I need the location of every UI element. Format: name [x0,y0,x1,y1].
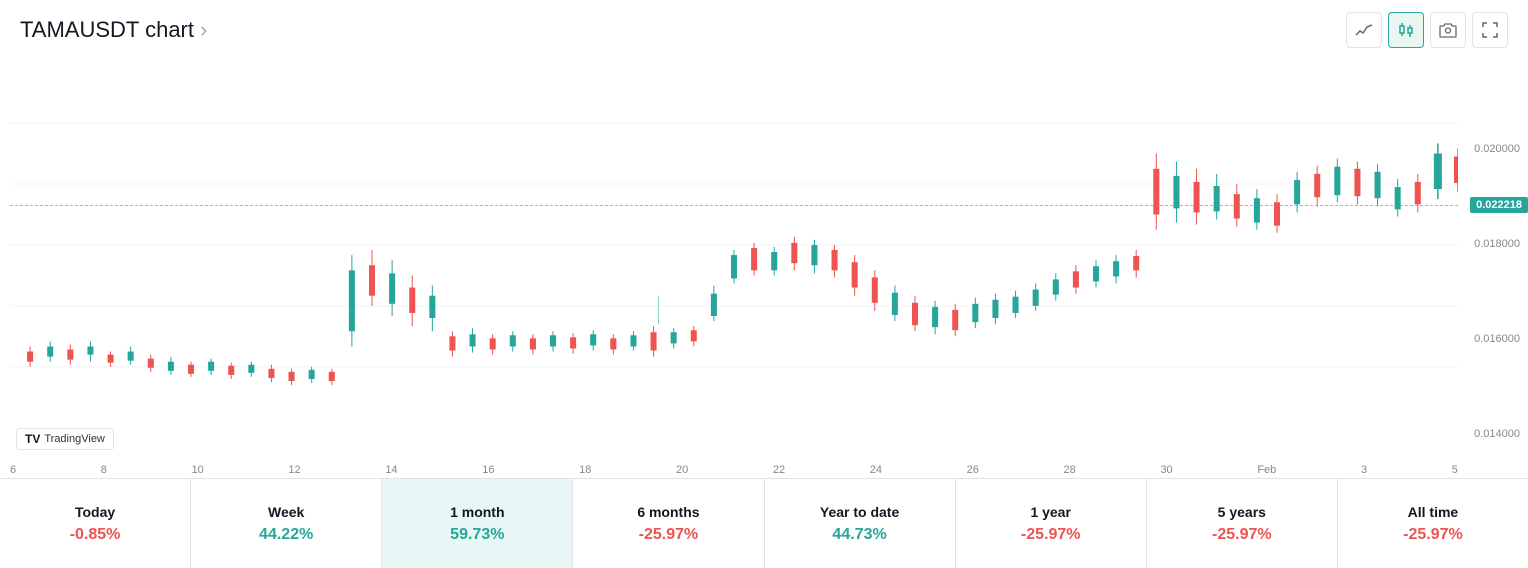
chart-toolbar [1346,12,1508,48]
period-6months[interactable]: 6 months -25.97% [573,479,764,568]
chart-container: TAMAUSDT chart › [0,0,1528,568]
line-chart-button[interactable] [1346,12,1382,48]
candle-chart-button[interactable] [1388,12,1424,48]
chart-main[interactable]: 0.020000 0.018000 0.016000 0.014000 0.02… [0,52,1528,478]
period-selector: Today -0.85% Week 44.22% 1 month 59.73% … [0,478,1528,568]
fullscreen-button[interactable] [1472,12,1508,48]
x-axis: 6 8 10 12 14 16 18 20 22 24 26 28 30 Feb… [10,464,1458,476]
y-axis: 0.020000 0.018000 0.016000 0.014000 [1474,52,1520,448]
period-alltime[interactable]: All time -25.97% [1338,479,1528,568]
period-today[interactable]: Today -0.85% [0,479,191,568]
period-ytd[interactable]: Year to date 44.73% [765,479,956,568]
chart-title[interactable]: TAMAUSDT chart › [20,17,207,43]
period-1year[interactable]: 1 year -25.97% [956,479,1147,568]
period-week[interactable]: Week 44.22% [191,479,382,568]
current-price-label: 0.022218 [1470,195,1528,213]
tradingview-badge: TV TradingView [16,428,114,450]
period-5years[interactable]: 5 years -25.97% [1147,479,1338,568]
camera-button[interactable] [1430,12,1466,48]
period-1month[interactable]: 1 month 59.73% [382,479,573,568]
chart-header: TAMAUSDT chart › [0,0,1528,52]
candlestick-chart[interactable] [10,52,1458,448]
